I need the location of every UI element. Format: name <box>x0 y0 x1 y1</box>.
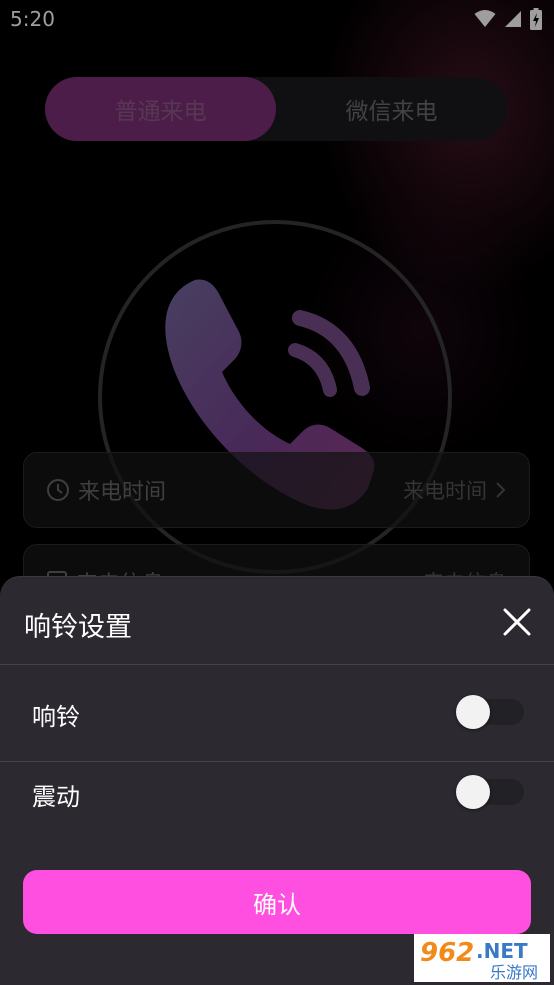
ring-toggle[interactable] <box>456 695 524 729</box>
toggle-knob <box>456 695 490 729</box>
vibrate-toggle[interactable] <box>456 775 524 809</box>
toggle-knob <box>456 775 490 809</box>
watermark-domain: .NET <box>476 939 528 963</box>
sheet-title: 响铃设置 <box>24 612 132 643</box>
watermark-site: 乐游网 <box>490 963 538 982</box>
sheet-header: 响铃设置 <box>0 577 554 665</box>
close-icon[interactable] <box>502 607 532 637</box>
watermark-logo: 962 .NET 乐游网 <box>414 934 550 982</box>
watermark-number: 962 <box>420 938 474 968</box>
setting-label-ring: 响铃 <box>32 703 80 731</box>
setting-row-vibrate: 震动 <box>0 745 554 841</box>
confirm-button[interactable]: 确认 <box>23 870 531 934</box>
setting-label-vibrate: 震动 <box>32 783 80 811</box>
